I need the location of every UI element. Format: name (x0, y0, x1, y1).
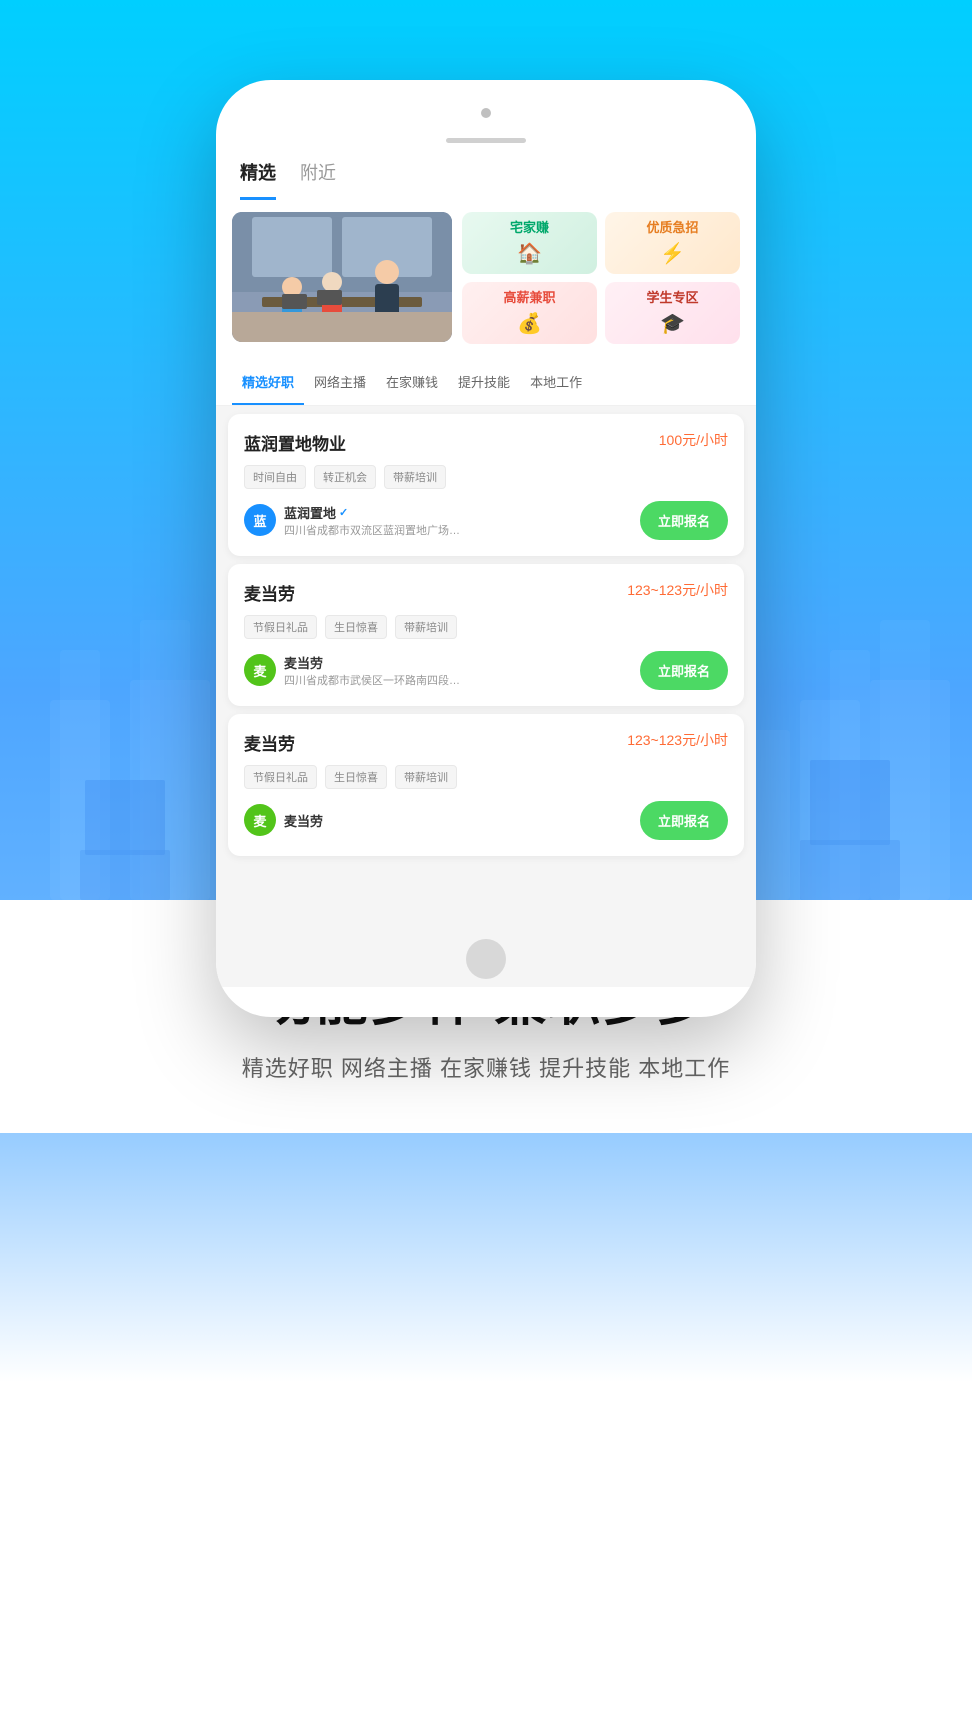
banner-section: 宅家赚 🏠 优质急招 ⚡ 高薪兼职 💰 学生专区 (216, 200, 756, 360)
banner-image (232, 212, 452, 342)
banner-grid: 宅家赚 🏠 优质急招 ⚡ 高薪兼职 💰 学生专区 (462, 212, 740, 344)
cat-home-earn[interactable]: 在家赚钱 (376, 360, 448, 405)
phone-mockup: 精选 附近 (216, 80, 756, 1017)
job-header-3: 麦当劳 123~123元/小时 (244, 730, 728, 755)
banner-card-high-salary[interactable]: 高薪兼职 💰 (462, 282, 597, 344)
company-address-1: 四川省成都市双流区蓝润置地广场华府大... (284, 522, 464, 538)
job-card-2: 麦当劳 123~123元/小时 节假日礼品 生日惊喜 带薪培训 麦 (228, 564, 744, 706)
tag-1-1: 时间自由 (244, 465, 306, 489)
company-name-1: 蓝润置地 ✓ (284, 503, 640, 522)
company-details-1: 蓝润置地 ✓ 四川省成都市双流区蓝润置地广场华府大... (284, 503, 640, 538)
apply-btn-3[interactable]: 立即报名 (640, 801, 728, 840)
job-name-1: 蓝润置地物业 (244, 430, 346, 455)
company-avatar-3: 麦 (244, 804, 276, 836)
job-tags-1: 时间自由 转正机会 带薪培训 (244, 465, 728, 489)
company-name-3: 麦当劳 (284, 811, 640, 830)
home-indicator[interactable] (466, 939, 506, 979)
verified-icon-1: ✓ (339, 506, 348, 519)
job-tags-2: 节假日礼品 生日惊喜 带薪培训 (244, 615, 728, 639)
phone-camera (481, 108, 491, 118)
apply-btn-2[interactable]: 立即报名 (640, 651, 728, 690)
job-card-3: 麦当劳 123~123元/小时 节假日礼品 生日惊喜 带薪培训 麦 (228, 714, 744, 856)
tag-2-1: 节假日礼品 (244, 615, 317, 639)
cat-featured[interactable]: 精选好职 (232, 360, 304, 405)
job-card-1: 蓝润置地物业 100元/小时 时间自由 转正机会 带薪培训 蓝 (228, 414, 744, 556)
job-name-2: 麦当劳 (244, 580, 295, 605)
job-list: 蓝润置地物业 100元/小时 时间自由 转正机会 带薪培训 蓝 (216, 406, 756, 864)
banner-card-home-earn[interactable]: 宅家赚 🏠 (462, 212, 597, 274)
job-name-3: 麦当劳 (244, 730, 295, 755)
company-details-2: 麦当劳 四川省成都市武侯区一环路南四段34号成... (284, 653, 640, 688)
banner-card-student[interactable]: 学生专区 🎓 (605, 282, 740, 344)
cat-streamer[interactable]: 网络主播 (304, 360, 376, 405)
tag-3-3: 带薪培训 (395, 765, 457, 789)
banner-card-urgent[interactable]: 优质急招 ⚡ (605, 212, 740, 274)
top-background: 精选 附近 (0, 0, 972, 900)
job-salary-2: 123~123元/小时 (627, 580, 728, 600)
category-nav: 精选好职 网络主播 在家赚钱 提升技能 本地工作 (216, 360, 756, 406)
company-address-2: 四川省成都市武侯区一环路南四段34号成... (284, 672, 464, 688)
cat-local[interactable]: 本地工作 (520, 360, 592, 405)
job-salary-1: 100元/小时 (659, 430, 728, 450)
tag-2-3: 带薪培训 (395, 615, 457, 639)
company-info-2: 麦 麦当劳 四川省成都市武侯区一环路南四段34号成... (244, 653, 640, 688)
apply-btn-1[interactable]: 立即报名 (640, 501, 728, 540)
tab-featured[interactable]: 精选 (240, 159, 276, 200)
cat-skill[interactable]: 提升技能 (448, 360, 520, 405)
tab-nearby[interactable]: 附近 (300, 159, 336, 200)
company-avatar-1: 蓝 (244, 504, 276, 536)
tag-3-1: 节假日礼品 (244, 765, 317, 789)
phone-bottom (216, 923, 756, 987)
job-footer-2: 麦 麦当劳 四川省成都市武侯区一环路南四段34号成... 立即报名 (244, 651, 728, 690)
tag-3-2: 生日惊喜 (325, 765, 387, 789)
company-info-1: 蓝 蓝润置地 ✓ 四川省成都市双流区蓝润置地广场华府大... (244, 503, 640, 538)
company-info-3: 麦 麦当劳 (244, 804, 640, 836)
tab-bar: 精选 附近 (216, 143, 756, 200)
company-avatar-2: 麦 (244, 654, 276, 686)
job-tags-3: 节假日礼品 生日惊喜 带薪培训 (244, 765, 728, 789)
job-footer-3: 麦 麦当劳 立即报名 (244, 801, 728, 840)
tag-1-2: 转正机会 (314, 465, 376, 489)
job-footer-1: 蓝 蓝润置地 ✓ 四川省成都市双流区蓝润置地广场华府大... 立即报名 (244, 501, 728, 540)
phone-top (216, 100, 756, 130)
tag-2-2: 生日惊喜 (325, 615, 387, 639)
job-header-2: 麦当劳 123~123元/小时 (244, 580, 728, 605)
company-name-2: 麦当劳 (284, 653, 640, 672)
sub-title: 精选好职 网络主播 在家赚钱 提升技能 本地工作 (242, 1051, 730, 1083)
office-scene (232, 212, 452, 342)
tag-1-3: 带薪培训 (384, 465, 446, 489)
job-salary-3: 123~123元/小时 (627, 730, 728, 750)
app-screen: 精选 附近 (216, 143, 756, 923)
company-details-3: 麦当劳 (284, 811, 640, 830)
job-header-1: 蓝润置地物业 100元/小时 (244, 430, 728, 455)
